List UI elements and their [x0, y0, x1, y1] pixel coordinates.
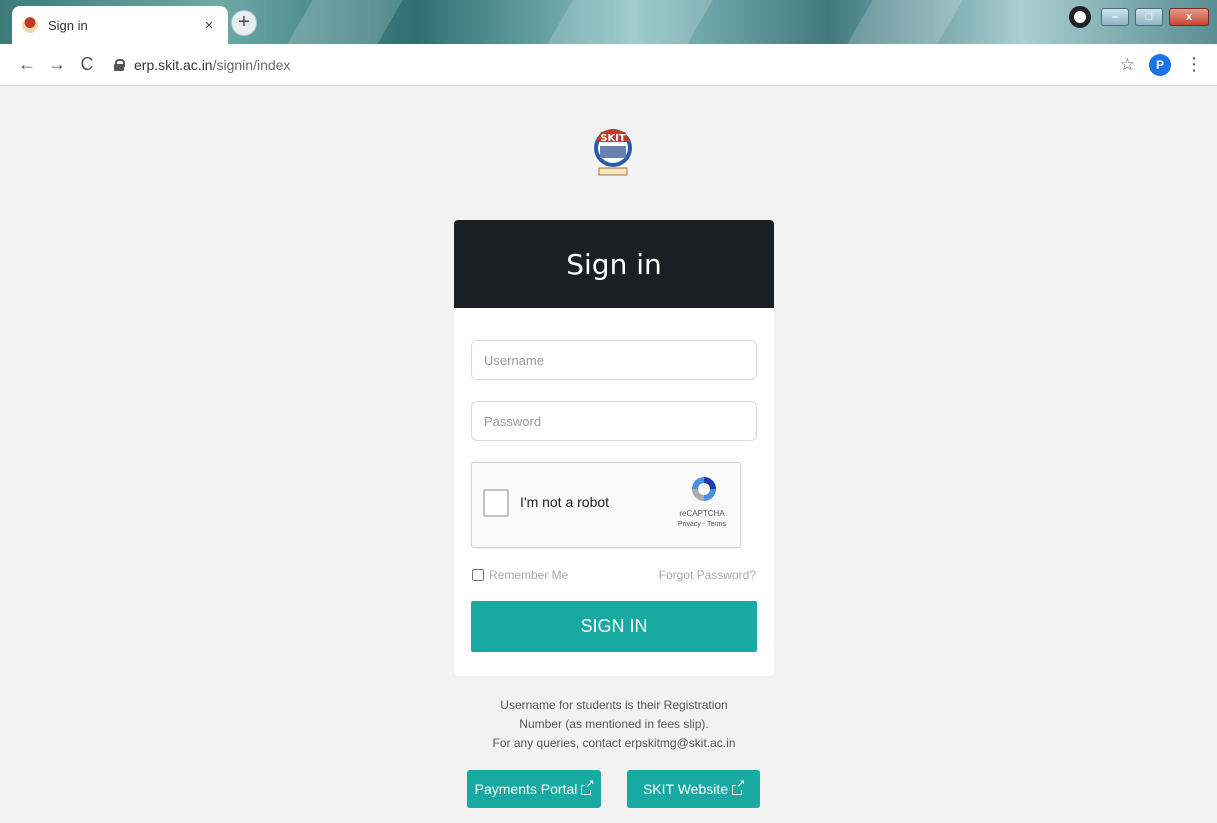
browser-toolbar: ← → C erp.skit.ac.in/signin/index ☆ P ⋮ — [0, 44, 1217, 86]
tab-title: Sign in — [48, 17, 88, 33]
browser-tab[interactable]: Sign in × — [12, 6, 228, 44]
browser-titlebar: Sign in × + – □ x — [0, 0, 1217, 44]
star-icon[interactable]: ☆ — [1120, 55, 1135, 75]
close-window-button[interactable]: x — [1169, 8, 1209, 26]
remember-me-checkbox[interactable]: Remember Me — [472, 568, 568, 582]
tab-close-icon[interactable]: × — [200, 17, 218, 34]
maximize-button[interactable]: □ — [1135, 8, 1163, 26]
url-text[interactable]: erp.skit.ac.in/signin/index — [134, 57, 290, 73]
titlebar-decoration — [547, 0, 713, 44]
skit-website-label: SKIT Website — [642, 781, 729, 797]
recaptcha-brand: reCAPTCHA — [679, 509, 725, 518]
extension-icon[interactable] — [1069, 6, 1091, 28]
titlebar-decoration — [847, 0, 963, 44]
signin-card: Sign in I'm not a robot reCAPTCHA Privac… — [454, 220, 774, 676]
help-text: Username for students is their Registrat… — [454, 696, 774, 753]
external-link-icon — [732, 778, 746, 795]
lock-icon — [114, 58, 125, 71]
skit-favicon-icon — [22, 17, 38, 33]
kebab-menu-icon[interactable]: ⋮ — [1185, 54, 1203, 75]
payments-portal-label: Payments Portal — [474, 781, 578, 797]
recaptcha-widget: I'm not a robot reCAPTCHA Privacy - Term… — [471, 462, 741, 548]
skit-logo: SKIT — [594, 129, 632, 176]
recaptcha-terms-link[interactable]: Privacy - Terms — [670, 521, 734, 528]
help-username-note: Username for students is their Registrat… — [500, 698, 728, 731]
url-path: /signin/index — [212, 56, 291, 73]
forward-arrow-icon[interactable]: → — [42, 54, 72, 75]
url-host: erp.skit.ac.in — [134, 56, 213, 73]
logo-text: SKIT — [600, 133, 626, 144]
username-input[interactable] — [471, 340, 757, 380]
reload-icon[interactable]: C — [72, 54, 102, 75]
remember-checkbox-box[interactable] — [472, 569, 484, 581]
titlebar-decoration — [287, 0, 403, 44]
back-arrow-icon[interactable]: ← — [12, 54, 42, 75]
forgot-password-link[interactable]: Forgot Password? — [659, 568, 756, 582]
sign-in-button[interactable]: SIGN IN — [471, 601, 757, 652]
address-bar[interactable]: erp.skit.ac.in/signin/index — [114, 57, 1120, 73]
minimize-button[interactable]: – — [1101, 8, 1129, 26]
page-content: SKIT Sign in I'm not a robot reCAPTCHA P… — [0, 86, 1217, 823]
profile-avatar[interactable]: P — [1149, 53, 1171, 76]
new-tab-button[interactable]: + — [231, 10, 257, 36]
recaptcha-logo-icon — [692, 477, 716, 501]
payments-portal-button[interactable]: Payments Portal — [467, 770, 601, 808]
skit-website-button[interactable]: SKIT Website — [627, 770, 760, 808]
signin-header: Sign in — [454, 220, 774, 308]
remember-me-label: Remember Me — [489, 568, 569, 582]
page-title: Sign in — [566, 247, 662, 281]
help-contact-note: For any queries, contact erpskitmg@skit.… — [492, 736, 736, 750]
recaptcha-label: I'm not a robot — [520, 494, 610, 510]
external-link-icon — [581, 778, 595, 795]
window-controls: – □ x — [1069, 6, 1209, 28]
toolbar-actions: ☆ P ⋮ — [1120, 53, 1203, 76]
recaptcha-checkbox[interactable] — [483, 489, 509, 517]
password-input[interactable] — [471, 401, 757, 441]
